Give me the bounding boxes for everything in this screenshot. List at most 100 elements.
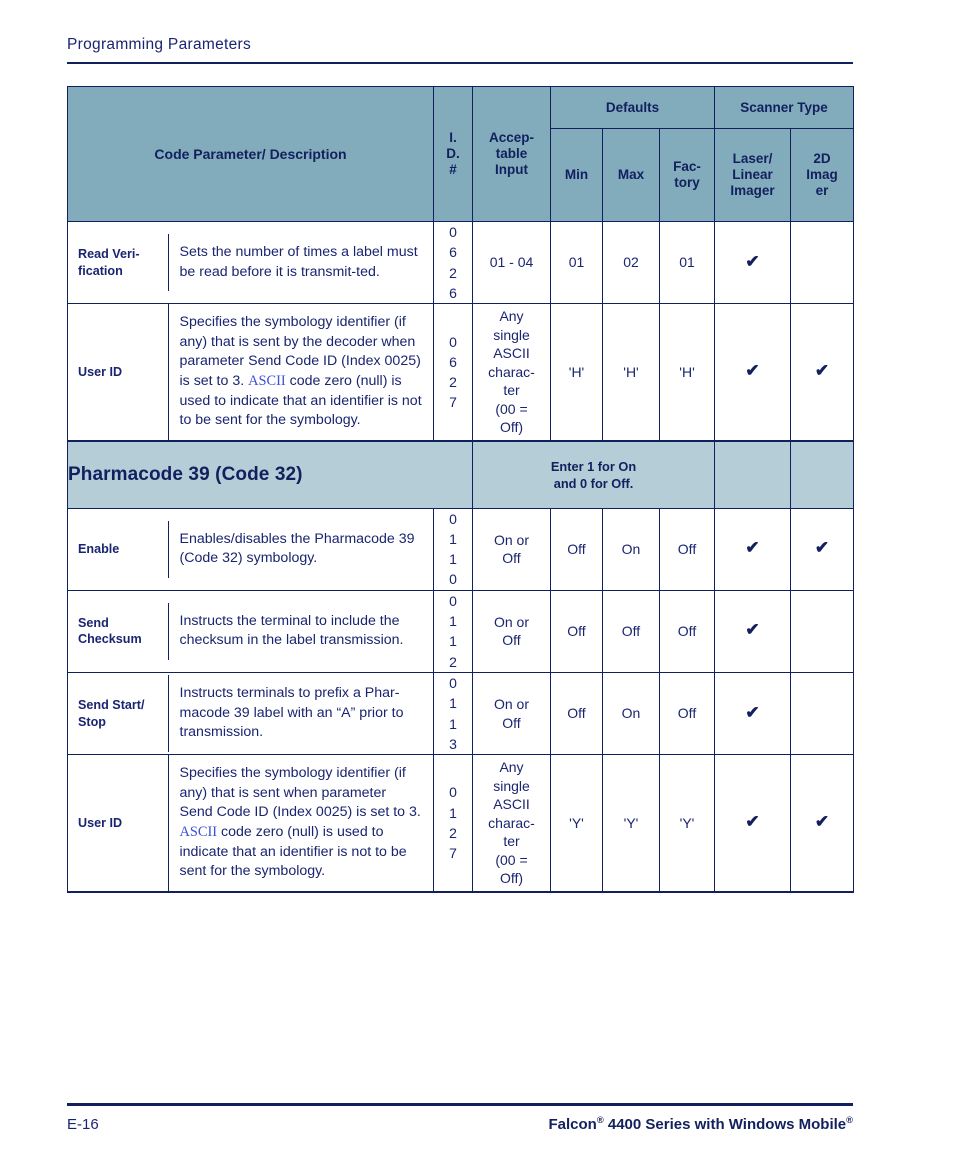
row-id-number: 0113 [433,671,473,756]
row-acceptable-input: 01 - 04 [472,220,551,305]
row-default-max: On [602,507,660,591]
header-id-line1: I. [449,130,457,146]
row-default-min: 01 [550,220,603,305]
row-default-factory: 'Y' [658,754,716,893]
table-head: Code Parameter/ Description I. D. # Acce… [67,86,855,222]
table-body: Read Veri-fication Sets the number of tim… [67,220,855,893]
row-acceptable-input: Any single ASCII charac-ter (00 = Off) [472,754,551,893]
table-row: User ID Specifies the symbology identifie… [67,303,855,443]
table-row: Enable Enables/disables the Pharmacode 39… [67,507,855,591]
row-scanner-laser-linear-imager: ✔ [714,507,792,591]
section-note-line2: and 0 for Off. [553,475,634,491]
parameters-table: Code Parameter/ Description I. D. # Acce… [67,86,855,893]
imager-check-icon: ✔ [814,361,830,381]
row-acceptable-input: On or Off [472,507,551,591]
row-parameter-cell: Enable Enables/disables the Pharmacode 39… [67,507,434,591]
header-factory: Fac- tory [658,128,716,222]
header-max: Max [602,128,660,222]
laser-check-icon: ✔ [745,538,760,558]
header-2d-line3: er [815,182,829,198]
row-parameter-cell: Read Veri-fication Sets the number of tim… [67,220,434,305]
header-id-line3: # [449,161,457,177]
row-scanner-2d-imager [790,589,855,673]
row-parameter-name: Send Checksum [68,602,169,660]
imager-check-icon: ✔ [814,538,830,558]
header-2d-line1: 2D [813,151,831,167]
row-id-number: 0627 [433,303,473,443]
section-note-line1: Enter 1 for On [550,458,637,474]
header-defaults-group: Defaults [549,86,716,129]
row-default-min: Off [550,507,603,591]
footer-registered-mark-1: ® [596,1115,604,1125]
row-default-max: 'Y' [602,754,660,893]
laser-check-icon: ✔ [745,702,760,722]
row-scanner-2d-imager: ✔ [790,303,855,443]
row-parameter-description: Instructs the terminal to include the ch… [179,612,404,649]
row-scanner-laser-linear-imager: ✔ [714,220,792,305]
header-laser-linear-imager: Laser/ Linear Imager [714,128,792,222]
row-default-factory: Off [658,507,716,591]
table-row: Send Start/Stop Instructs terminals to pr… [67,671,855,756]
row-parameter-description: Enables/disables the Pharmacode 39 (Code… [179,530,415,567]
section-note: Enter 1 for On and 0 for Off. [471,440,716,509]
row-parameter-description: Instructs terminals to prefix a Phar-mac… [179,685,404,741]
row-parameter-name: User ID [68,755,169,891]
header-factory-line1: Fac- [673,159,701,175]
header-laser-line3: Imager [730,182,775,198]
header-min: Min [550,128,603,222]
footer-product-pre: Falcon [548,1116,597,1133]
row-parameter-cell: User ID Specifies the symbology identifie… [67,754,434,893]
laser-check-icon: ✔ [745,361,760,381]
header-factory-line2: tory [674,175,700,190]
parameters-table-wrapper: Code Parameter/ Description I. D. # Acce… [67,86,855,893]
header-acceptable-input: Accep- table Input [472,86,551,222]
row-default-max: Off [602,589,660,673]
header-row-group: Code Parameter/ Description I. D. # Acce… [67,86,855,222]
row-scanner-2d-imager [790,220,855,305]
running-head: Programming Parameters [67,36,252,53]
footer-registered-mark-2: ® [846,1115,853,1125]
header-2d-imager: 2D Imag er [790,128,855,222]
document-page: Programming Parameters Code Parameter/ D… [0,0,954,1159]
ascii-cross-reference-link[interactable]: ASCII [248,373,286,389]
row-parameter-description: Specifies the symbology identifier (if a… [179,314,422,429]
row-parameter-name: Read Veri-fication [68,234,169,292]
header-laser-line1: Laser/ [732,151,773,167]
row-default-factory: Off [658,589,716,673]
row-scanner-2d-imager: ✔ [790,507,855,591]
header-scanner-type-group: Scanner Type [714,86,855,129]
section-2d-cell [790,440,855,509]
footer-product-mid: 4400 Series with Windows Mobile [603,1116,847,1133]
footer-page-number: E-16 [67,1116,99,1133]
row-scanner-laser-linear-imager: ✔ [714,589,792,673]
running-head-rule [67,62,853,64]
header-acceptable-input-line2: table [495,146,528,162]
row-id-number: 0112 [433,589,473,673]
footer-rule [67,1103,853,1106]
header-code-parameter: Code Parameter/ Description [67,86,434,222]
row-scanner-laser-linear-imager: ✔ [714,303,792,443]
table-row: Read Veri-fication Sets the number of tim… [67,220,855,305]
row-acceptable-input: On or Off [472,671,551,756]
header-acceptable-input-line1: Accep- [488,130,534,146]
row-default-max: 02 [602,220,660,305]
row-parameter-name: User ID [68,304,169,441]
row-acceptable-input: On or Off [472,589,551,673]
row-parameter-name: Enable [68,520,169,578]
row-scanner-laser-linear-imager: ✔ [714,754,792,893]
section-header-row: Pharmacode 39 (Code 32) Enter 1 for On and… [67,440,855,509]
row-default-factory: 'H' [658,303,716,443]
table-row: Send Checksum Instructs the terminal to in… [67,589,855,673]
ascii-cross-reference-link[interactable]: ASCII [180,824,218,840]
laser-check-icon: ✔ [745,251,760,271]
row-id-number: 0127 [433,754,473,893]
row-id-number: 0110 [433,507,473,591]
row-acceptable-input: Any single ASCII charac-ter (00 = Off) [472,303,551,443]
section-laser-cell [714,440,792,509]
row-default-factory: 01 [658,220,716,305]
row-default-min: Off [550,589,603,673]
header-id: I. D. # [433,86,473,222]
row-scanner-2d-imager [790,671,855,756]
header-id-line2: D. [446,146,460,162]
row-scanner-laser-linear-imager: ✔ [714,671,792,756]
